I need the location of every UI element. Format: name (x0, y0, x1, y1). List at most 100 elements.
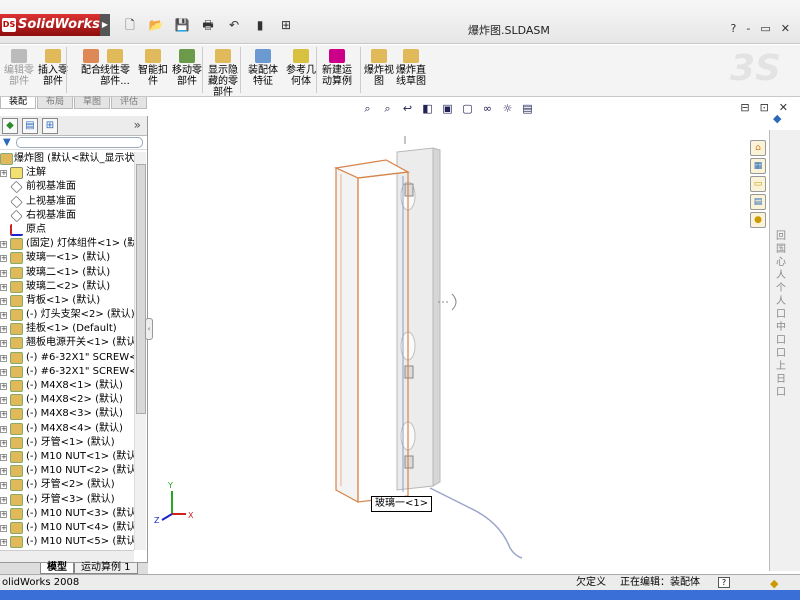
restore-button[interactable]: ▭ (760, 22, 770, 35)
expand-icon[interactable]: + (0, 354, 7, 362)
tab-model[interactable]: 模型 (40, 563, 74, 574)
tree-item[interactable]: + (固定) 灯体组件<1> (默认 (0, 237, 134, 251)
feature-manager-tab-icon[interactable]: ◆ (2, 118, 18, 134)
expand-icon[interactable]: + (0, 297, 7, 305)
graphics-viewport[interactable]: Y Z X (150, 116, 768, 571)
tree-item[interactable]: + 玻璃二<2> (默认) (0, 280, 134, 294)
status-help-icon[interactable]: ? (718, 577, 730, 588)
insert-components-button[interactable]: 插入零 部件 (36, 49, 70, 87)
expand-icon[interactable]: + (0, 241, 7, 249)
tree-item[interactable]: + (-) M10 NUT<1> (默认) (0, 450, 134, 464)
options-icon[interactable]: ⊞ (276, 16, 296, 34)
close-button[interactable]: ✕ (781, 22, 790, 35)
view-palette-icon[interactable]: ▤ (750, 194, 766, 210)
tab-sketch[interactable]: 草图 (74, 97, 111, 109)
tree-item[interactable]: + (-) #6-32X1" SCREW<2> ( (0, 365, 134, 379)
tree-item[interactable]: + 背板<1> (默认) (0, 294, 134, 308)
expand-icon[interactable]: + (0, 170, 7, 178)
tree-item[interactable]: + (-) M4X8<3> (默认) (0, 407, 134, 421)
tree-item[interactable]: + 注解 (0, 166, 134, 180)
tree-item[interactable]: + (-) M4X8<4> (默认) (0, 422, 134, 436)
tree-item[interactable]: + 玻璃二<1> (默认) (0, 266, 134, 280)
design-library-icon[interactable]: ▦ (750, 158, 766, 174)
help-icon[interactable]: ? (731, 22, 737, 35)
status-tag-icon[interactable]: ◆ (770, 576, 778, 591)
tree-item[interactable]: + (-) #6-32X1" SCREW<1> ( (0, 351, 134, 365)
appearances-icon[interactable]: ● (750, 212, 766, 228)
expand-icon[interactable]: + (0, 411, 7, 419)
zoom-to-area-icon[interactable]: ⌕ (380, 101, 395, 116)
move-component-button[interactable]: 移动零 部件 (170, 49, 204, 87)
print-icon[interactable]: 🖶 (198, 16, 218, 34)
expand-icon[interactable]: + (0, 510, 7, 518)
new-icon[interactable]: 🗋 (120, 16, 140, 34)
tab-motion-study[interactable]: 运动算例 1 (74, 563, 138, 574)
previous-view-icon[interactable]: ↩ (400, 101, 415, 116)
configuration-manager-tab-icon[interactable]: ⊞ (42, 118, 58, 134)
expand-icon[interactable]: + (0, 524, 7, 532)
tree-vertical-scrollbar[interactable] (134, 152, 146, 550)
solidworks-logo[interactable]: DS SolidWorks ▶ (0, 14, 110, 36)
expand-icon[interactable]: + (0, 539, 7, 547)
expand-icon[interactable]: + (0, 468, 7, 476)
filter-input[interactable] (16, 137, 143, 148)
tree-item[interactable]: + (-) M4X8<2> (默认) (0, 393, 134, 407)
tree-item[interactable]: + 玻璃一<1> (默认) (0, 251, 134, 265)
tree-item[interactable]: + (-) 牙管<2> (默认) (0, 478, 134, 492)
expand-icon[interactable]: + (0, 439, 7, 447)
tree-item[interactable]: + 翘板电源开关<1> (默认) (0, 336, 134, 350)
tree-item[interactable]: 前视基准面 (0, 180, 134, 194)
display-style-icon[interactable]: ▢ (460, 101, 475, 116)
tree-item[interactable]: + (-) M10 NUT<3> (默认) (0, 507, 134, 521)
more-tabs-icon[interactable]: » (134, 118, 141, 132)
tree-item[interactable]: + (-) M10 NUT<4> (默认) (0, 521, 134, 535)
solidworks-resources-icon[interactable]: ⌂ (750, 140, 766, 156)
open-icon[interactable]: 📂 (146, 16, 166, 34)
task-pane-toggle-icon[interactable]: ◆ (773, 112, 787, 126)
new-motion-study-button[interactable]: 新建运 动算例 (320, 49, 354, 87)
tree-item[interactable]: + 挂板<1> (Default) (0, 322, 134, 336)
reference-geometry-button[interactable]: 参考几 何体 (284, 49, 318, 87)
tab-assembly[interactable]: 装配 (0, 97, 37, 109)
tree-item[interactable]: + (-) M10 NUT<5> (默认) (0, 535, 134, 549)
save-icon[interactable]: 💾 (172, 16, 192, 34)
show-hidden-components-button[interactable]: 显示隐 藏的零 部件 (206, 49, 240, 98)
expand-icon[interactable]: + (0, 453, 7, 461)
expand-icon[interactable]: + (0, 255, 7, 263)
linear-pattern-button[interactable]: 线性零 部件... (98, 49, 132, 87)
expand-icon[interactable]: + (0, 326, 7, 334)
expand-icon[interactable]: + (0, 383, 7, 390)
assembly-features-button[interactable]: 装配体 特征 (246, 49, 280, 87)
expand-icon[interactable]: + (0, 283, 7, 291)
smart-fasteners-button[interactable]: 智能扣 件 (136, 49, 170, 87)
rebuild-icon[interactable]: ▮ (250, 16, 270, 34)
apply-scene-icon[interactable]: ☼ (500, 101, 515, 116)
section-view-icon[interactable]: ◧ (420, 101, 435, 116)
expand-icon[interactable]: + (0, 312, 7, 320)
tree-item[interactable]: 原点 (0, 223, 134, 237)
expand-icon[interactable]: + (0, 496, 7, 504)
view-settings-icon[interactable]: ▤ (520, 101, 535, 116)
tile-view-button[interactable]: ⊟ (740, 101, 749, 114)
expand-icon[interactable]: + (0, 368, 7, 376)
tree-horizontal-scrollbar[interactable] (0, 550, 134, 562)
explode-line-sketch-button[interactable]: 爆炸直 线草图 (394, 49, 428, 87)
view-orientation-icon[interactable]: ▣ (440, 101, 455, 116)
maximize-view-button[interactable]: ⊡ (760, 101, 769, 114)
property-manager-tab-icon[interactable]: ▤ (22, 118, 38, 134)
edit-component-button[interactable]: 编辑零 部件 (2, 49, 36, 87)
tree-item[interactable]: + (-) M10 NUT<2> (默认) (0, 464, 134, 478)
tab-evaluate[interactable]: 评估 (111, 97, 148, 109)
hide-show-items-icon[interactable]: ∞ (480, 101, 495, 116)
expand-icon[interactable]: + (0, 269, 7, 277)
expand-icon[interactable]: + (0, 397, 7, 405)
scrollbar-thumb[interactable] (136, 164, 146, 414)
tree-item[interactable]: + (-) 牙管<1> (默认) (0, 436, 134, 450)
tree-item[interactable]: 上视基准面 (0, 195, 134, 209)
tree-root-item[interactable]: 爆炸图 (默认<默认_显示状态 (0, 152, 134, 166)
exploded-view-button[interactable]: 爆炸视 图 (362, 49, 396, 87)
undo-icon[interactable]: ↶ (224, 16, 244, 34)
tree-item[interactable]: + (-) 牙管<3> (默认) (0, 493, 134, 507)
minimize-button[interactable]: - (746, 22, 750, 35)
expand-icon[interactable]: + (0, 425, 7, 433)
